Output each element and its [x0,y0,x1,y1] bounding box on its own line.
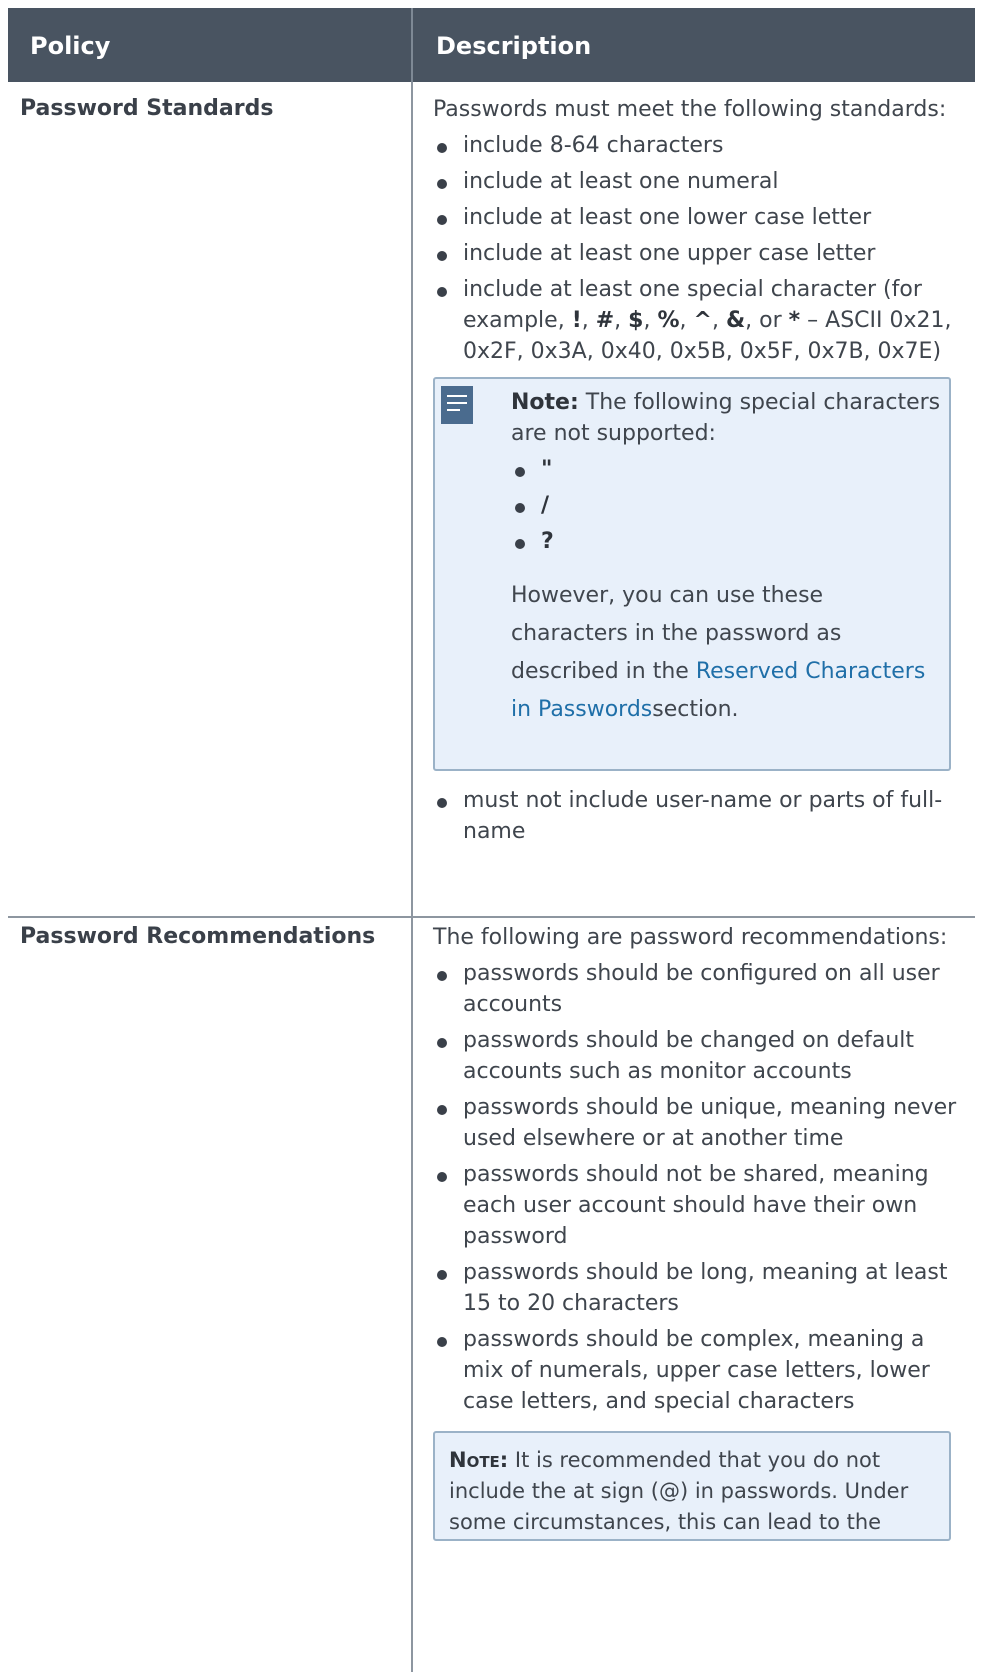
standards-intro: Passwords must meet the following standa… [433,97,947,122]
recommendations-list: passwords should be configured on all us… [433,958,963,1417]
list-item: passwords should not be shared, meaning … [433,1159,963,1252]
list-item-special-characters: include at least one special character (… [433,274,963,367]
description-password-standards: Passwords must meet the following standa… [433,94,963,847]
policy-password-standards: Password Standards [20,96,274,121]
table-header: Policy Description [8,8,975,82]
list-item: include at least one lower case letter [433,202,963,233]
recommendations-intro: The following are password recommendatio… [433,925,948,950]
password-policy-table: Policy Description Password Standards Pa… [8,8,975,1672]
note-text: Note: It is recommended that you do not … [449,1448,909,1534]
standards-list-continued: must not include user-name or parts of f… [433,785,963,847]
list-item: / [511,490,941,521]
list-item: passwords should be configured on all us… [433,958,963,1020]
list-item: passwords should be unique, meaning neve… [433,1092,963,1154]
standards-list: include 8-64 characters include at least… [433,130,963,367]
list-item: ? [511,526,941,557]
unsupported-characters-list: " / ? [511,454,941,557]
list-item: must not include user-name or parts of f… [433,785,963,847]
row-divider [8,916,975,918]
header-divider [411,8,413,82]
note-at-sign: Note: It is recommended that you do not … [433,1431,951,1541]
list-item: include at least one numeral [433,166,963,197]
column-divider [411,82,413,1672]
note-reserved-text: However, you can use these characters in… [511,583,926,722]
note-unsupported-characters: Note: The following special characters a… [433,377,951,771]
list-item: passwords should be long, meaning at lea… [433,1257,963,1319]
description-password-recommendations: The following are password recommendatio… [433,922,963,1541]
list-item: passwords should be changed on default a… [433,1025,963,1087]
header-description: Description [436,32,592,60]
note-text: Note: The following special characters a… [511,390,941,446]
list-item: " [511,454,941,485]
note-icon [441,386,473,424]
list-item: include 8-64 characters [433,130,963,161]
policy-password-recommendations: Password Recommendations [20,924,376,949]
list-item: passwords should be complex, meaning a m… [433,1324,963,1417]
list-item: include at least one upper case letter [433,238,963,269]
header-policy: Policy [30,32,111,60]
